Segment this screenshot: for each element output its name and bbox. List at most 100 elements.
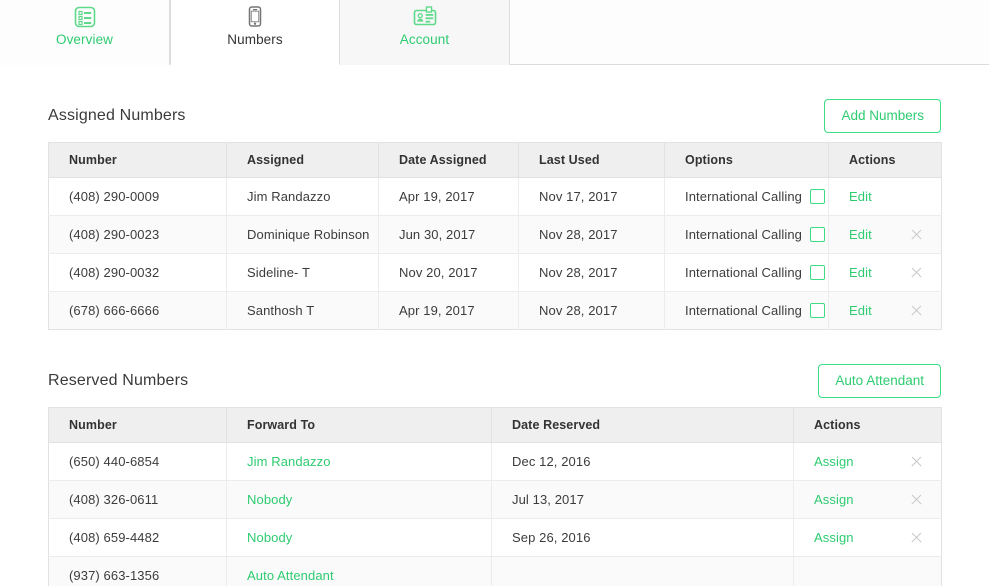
- options-wrapper: International Calling: [685, 303, 828, 318]
- international-calling-checkbox[interactable]: [810, 303, 826, 318]
- cell-number: (408) 290-0023: [48, 215, 227, 254]
- actions-wrapper: Edit: [849, 227, 941, 242]
- international-calling-label: International Calling: [685, 227, 803, 242]
- international-calling-label: International Calling: [685, 189, 803, 204]
- assigned-numbers-title: Assigned Numbers: [48, 107, 186, 124]
- column-header-forward-to: Forward To: [226, 407, 492, 443]
- close-icon[interactable]: [910, 266, 923, 279]
- column-header-last-used: Last Used: [518, 142, 665, 178]
- cell-date-assigned: Apr 19, 2017: [378, 177, 519, 216]
- table-row: (678) 666-6666 Santhosh T Apr 19, 2017 Nov …: [48, 291, 942, 330]
- international-calling-label: International Calling: [685, 265, 803, 280]
- actions-wrapper: Edit: [849, 189, 941, 204]
- tab-account-label: Account: [399, 32, 450, 47]
- cell-number: (937) 663-1356: [48, 556, 227, 586]
- list-checklist-icon: [74, 3, 96, 31]
- column-header-options: Options: [664, 142, 829, 178]
- forward-to-link[interactable]: Nobody: [247, 530, 292, 545]
- edit-link[interactable]: Edit: [849, 189, 872, 204]
- cell-date-reserved: Dec 12, 2016: [491, 442, 794, 481]
- cell-assigned: Santhosh T: [226, 291, 379, 330]
- forward-to-link[interactable]: Auto Attendant: [247, 568, 334, 583]
- table-row: (408) 290-0023 Dominique Robinson Jun 30, …: [48, 215, 942, 254]
- assigned-numbers-header: Assigned Numbers Add Numbers: [48, 90, 941, 142]
- cell-date-assigned: Nov 20, 2017: [378, 253, 519, 292]
- close-icon[interactable]: [910, 531, 923, 544]
- cell-last-used: Nov 17, 2017: [518, 177, 665, 216]
- forward-to-link[interactable]: Nobody: [247, 492, 292, 507]
- reserved-numbers-header: Reserved Numbers Auto Attendant: [48, 355, 941, 407]
- cell-last-used: Nov 28, 2017: [518, 291, 665, 330]
- assigned-numbers-table: Number Assigned Date Assigned Last Used …: [48, 142, 942, 330]
- mobile-phone-icon: [244, 3, 266, 31]
- cell-forward-to: Jim Randazzo: [226, 442, 492, 481]
- cell-number: (678) 666-6666: [48, 291, 227, 330]
- close-icon[interactable]: [910, 493, 923, 506]
- international-calling-checkbox[interactable]: [810, 189, 826, 204]
- cell-actions: [793, 556, 942, 586]
- tab-account[interactable]: Account: [340, 0, 510, 65]
- cell-forward-to: Auto Attendant: [226, 556, 492, 586]
- cell-last-used: Nov 28, 2017: [518, 215, 665, 254]
- reserved-numbers-table: Number Forward To Date Reserved Actions …: [48, 407, 942, 586]
- add-numbers-button[interactable]: Add Numbers: [824, 99, 941, 133]
- cell-options: International Calling: [664, 291, 829, 330]
- edit-link[interactable]: Edit: [849, 265, 872, 280]
- cell-date-assigned: Apr 19, 2017: [378, 291, 519, 330]
- cell-options: International Calling: [664, 177, 829, 216]
- cell-options: International Calling: [664, 215, 829, 254]
- cell-last-used: Nov 28, 2017: [518, 253, 665, 292]
- cell-actions: Edit: [828, 177, 942, 216]
- edit-link[interactable]: Edit: [849, 227, 872, 242]
- assign-link[interactable]: Assign: [814, 454, 854, 469]
- tab-numbers[interactable]: Numbers: [170, 0, 340, 65]
- cell-actions: Edit: [828, 253, 942, 292]
- actions-wrapper: Edit: [849, 303, 941, 318]
- cell-number: (408) 290-0009: [48, 177, 227, 216]
- table-row: (408) 326-0611 Nobody Jul 13, 2017 Assign: [48, 480, 942, 519]
- close-icon[interactable]: [910, 455, 923, 468]
- actions-wrapper: [814, 569, 941, 582]
- reserved-numbers-title: Reserved Numbers: [48, 372, 189, 389]
- table-row: (937) 663-1356 Auto Attendant: [48, 556, 942, 586]
- tab-overview[interactable]: Overview: [0, 0, 170, 65]
- tabbar-filler: [510, 0, 989, 64]
- tab-overview-label: Overview: [55, 32, 114, 47]
- column-header-number: Number: [48, 142, 227, 178]
- table-row: (408) 290-0009 Jim Randazzo Apr 19, 2017 No…: [48, 177, 942, 216]
- cell-assigned: Jim Randazzo: [226, 177, 379, 216]
- assign-link[interactable]: Assign: [814, 530, 854, 545]
- cell-actions: Assign: [793, 518, 942, 557]
- cell-actions: Assign: [793, 480, 942, 519]
- auto-attendant-button[interactable]: Auto Attendant: [818, 364, 941, 398]
- column-header-date-assigned: Date Assigned: [378, 142, 519, 178]
- main-tabbar: Overview Numbers Account: [0, 0, 989, 65]
- actions-wrapper: Assign: [814, 492, 941, 507]
- international-calling-label: International Calling: [685, 303, 803, 318]
- table-row: (408) 659-4482 Nobody Sep 26, 2016 Assign: [48, 518, 942, 557]
- table-row: (408) 290-0032 Sideline- T Nov 20, 2017 Nov…: [48, 253, 942, 292]
- column-header-assigned: Assigned: [226, 142, 379, 178]
- page-content: Assigned Numbers Add Numbers Number Assi…: [0, 90, 989, 586]
- close-icon[interactable]: [910, 228, 923, 241]
- cell-number: (408) 326-0611: [48, 480, 227, 519]
- tab-numbers-label: Numbers: [227, 32, 283, 47]
- column-header-actions: Actions: [828, 142, 942, 178]
- edit-link[interactable]: Edit: [849, 303, 872, 318]
- options-wrapper: International Calling: [685, 189, 828, 204]
- options-wrapper: International Calling: [685, 227, 828, 242]
- actions-wrapper: Assign: [814, 530, 941, 545]
- assign-link[interactable]: Assign: [814, 492, 854, 507]
- international-calling-checkbox[interactable]: [810, 265, 826, 280]
- international-calling-checkbox[interactable]: [810, 227, 826, 242]
- actions-wrapper: Assign: [814, 454, 941, 469]
- column-header-date-reserved: Date Reserved: [491, 407, 794, 443]
- forward-to-link[interactable]: Jim Randazzo: [247, 454, 331, 469]
- cell-actions: Edit: [828, 291, 942, 330]
- cell-assigned: Dominique Robinson: [226, 215, 379, 254]
- table-row: (650) 440-6854 Jim Randazzo Dec 12, 2016 As…: [48, 442, 942, 481]
- cell-number: (650) 440-6854: [48, 442, 227, 481]
- cell-date-assigned: Jun 30, 2017: [378, 215, 519, 254]
- close-icon[interactable]: [910, 304, 923, 317]
- column-header-number: Number: [48, 407, 227, 443]
